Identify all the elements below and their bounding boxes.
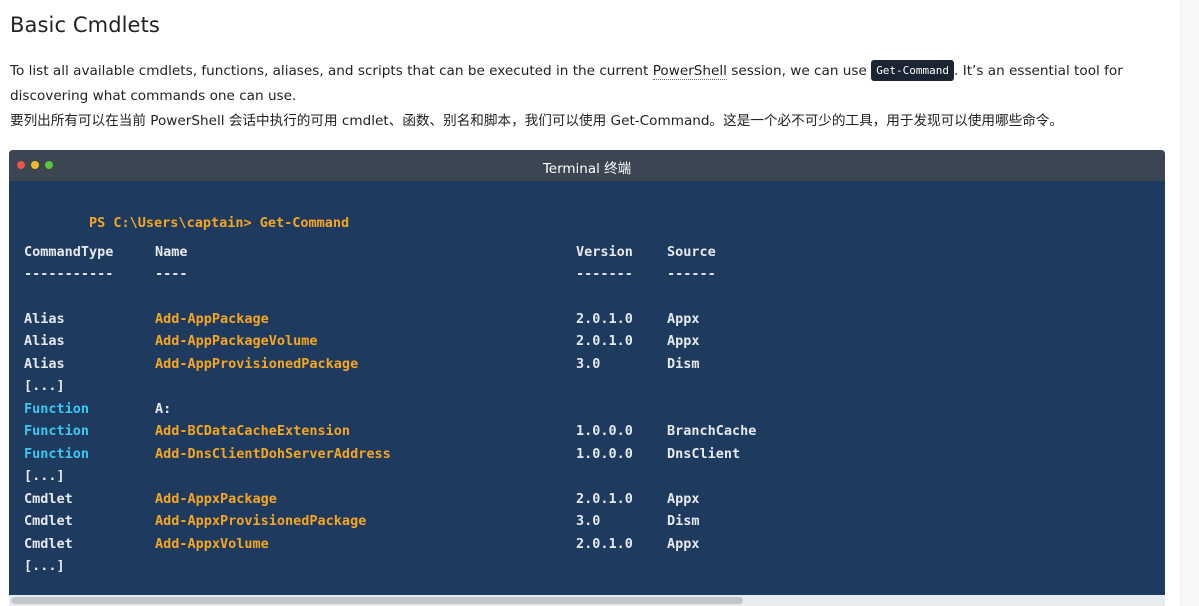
table-row: Alias Add-AppProvisionedPackage 3.0 Dism [24,356,700,376]
cell-version: 1.0.0.0 [576,423,633,439]
chinese-translation: 要列出所有可以在当前 PowerShell 会话中执行的可用 cmdlet、函数… [10,113,1063,129]
scrollbar-thumb[interactable] [11,597,743,604]
terminal-title: Terminal 终端 [542,161,632,177]
table-header-row: CommandType Name Version Source [24,244,716,264]
cell-version: 2.0.1.0 [576,311,633,327]
table-row: Cmdlet Add-AppxVolume 2.0.1.0 Appx [24,536,700,556]
cell-version: 3.0 [576,513,601,529]
command-text: Get-Command [259,215,350,231]
cell-name: Add-AppPackage [155,311,269,327]
cell-source: Appx [667,333,700,349]
cell-name: Add-AppPackageVolume [155,333,318,349]
cell-name: A: [155,401,172,417]
english-text: To list all available cmdlets, functions… [10,59,1160,109]
cell-source: Dism [667,356,700,372]
cell-source: Appx [667,536,700,552]
cell-name: Add-AppProvisionedPackage [155,356,359,372]
cell-type: Function [24,401,90,417]
separator-name: ---- [155,266,188,282]
prompt-line: PS C:\Users\captain> Get-Command [24,199,349,231]
horizontal-scrollbar[interactable] [9,595,1165,606]
cell-version: 2.0.1.0 [576,333,633,349]
cell-type: Function [24,423,90,439]
header-source: Source [667,244,716,260]
ellipsis-line: [...] [24,558,65,574]
table-row: Cmdlet Add-AppxPackage 2.0.1.0 Appx [24,491,700,511]
cell-version: 3.0 [576,356,601,372]
section-heading: Basic Cmdlets [10,13,160,37]
cell-version: 2.0.1.0 [576,536,633,552]
prompt: PS C:\Users\captain> [89,215,260,231]
cell-name: Add-BCDataCacheExtension [155,423,351,439]
terminal-titlebar: Terminal 终端 [9,150,1165,181]
ellipsis-line: [...] [24,378,65,394]
table-row: Function Add-BCDataCacheExtension 1.0.0.… [24,423,756,443]
cell-type: Cmdlet [24,536,73,552]
cell-version: 2.0.1.0 [576,491,633,507]
page: Basic Cmdlets To list all available cmdl… [0,0,1199,606]
table-row: Alias Add-AppPackageVolume 2.0.1.0 Appx [24,333,700,353]
cell-source: Dism [667,513,700,529]
table-separator-row: ----------- ---- ------- ------ [24,266,716,286]
cell-source: DnsClient [667,446,741,462]
inline-code-get-command: Get-Command [871,60,955,81]
cell-name: Add-AppxPackage [155,491,277,507]
powershell-term-link[interactable]: PowerShell [652,63,727,80]
cell-name: Add-AppxProvisionedPackage [155,513,367,529]
cell-type: Function [24,446,90,462]
cell-version: 1.0.0.0 [576,446,633,462]
text-before: To list all available cmdlets, functions… [10,63,653,79]
table-row: Alias Add-AppPackage 2.0.1.0 Appx [24,311,700,331]
cell-type: Cmdlet [24,513,73,529]
table-row: Cmdlet Add-AppxProvisionedPackage 3.0 Di… [24,513,700,533]
cell-source: Appx [667,491,700,507]
cell-type: Alias [24,333,65,349]
cell-type: Alias [24,356,65,372]
separator-version: ------- [576,266,633,282]
description-paragraph: To list all available cmdlets, functions… [10,59,1160,134]
header-version: Version [576,244,633,260]
header-name: Name [155,244,188,260]
cell-name: Add-DnsClientDohServerAddress [155,446,391,462]
cell-source: Appx [667,311,700,327]
ellipsis-line: [...] [24,468,65,484]
table-row: Function A: [24,401,171,421]
page-scrollbar[interactable] [1180,0,1199,606]
cell-type: Cmdlet [24,491,73,507]
cell-name: Add-AppxVolume [155,536,269,552]
cell-type: Alias [24,311,65,327]
separator-commandtype: ----------- [24,266,114,282]
header-commandtype: CommandType [24,244,114,260]
table-row: Function Add-DnsClientDohServerAddress 1… [24,446,740,466]
cell-source: BranchCache [667,423,757,439]
text-middle: session, we can use [726,63,872,79]
separator-source: ------ [667,266,716,282]
terminal-window: Terminal 终端 PS C:\Users\captain> Get-Com… [9,150,1165,606]
